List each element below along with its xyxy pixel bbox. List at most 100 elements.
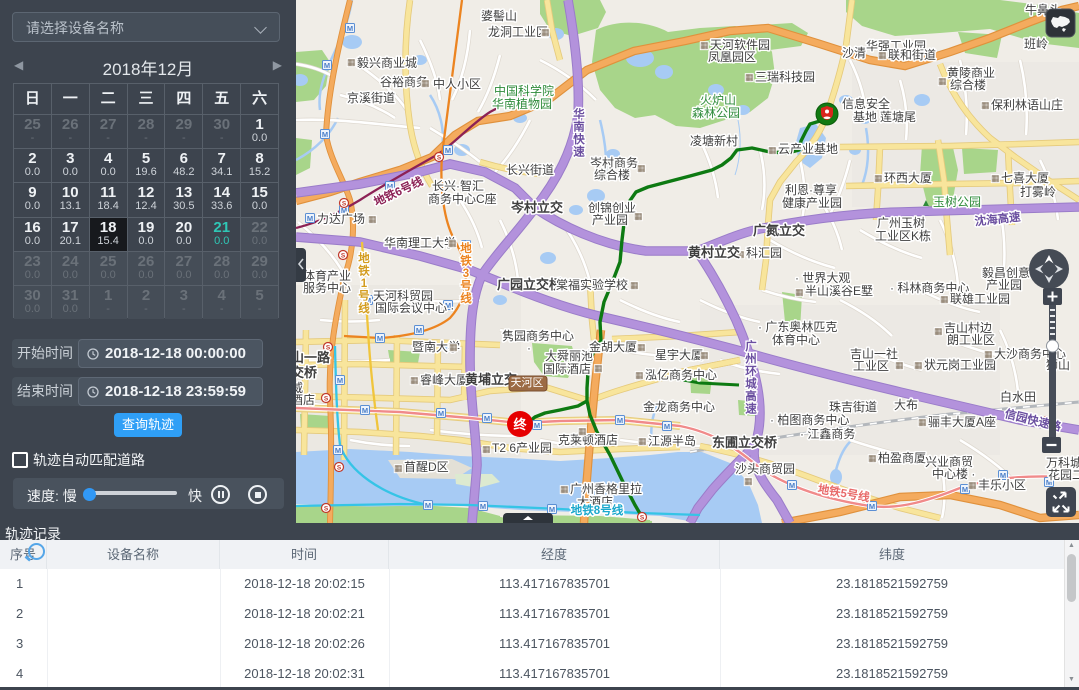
svg-text:▦: ▦ [637,342,646,352]
svg-text:华南植物园: 华南植物园 [492,96,552,111]
svg-text:广州玉树: 广州玉树 [877,215,925,230]
svg-text:▦: ▦ [868,453,877,463]
svg-text:M: M [534,421,540,430]
svg-text:苜醒D区: 苜醒D区 [404,460,449,474]
svg-text:火炉山: 火炉山 [700,93,736,107]
svg-text:工业区: 工业区 [853,359,889,373]
svg-text:南: 南 [573,120,585,134]
svg-text:基地: 基地 [853,110,877,124]
svg-text:▦: ▦ [914,360,923,370]
svg-text:▦: ▦ [560,484,569,494]
svg-text:线: 线 [358,301,370,315]
svg-text:▦: ▦ [700,350,709,360]
svg-text:棠福实验学校: 棠福实验学校 [556,277,628,292]
svg-text:▦: ▦ [874,173,883,183]
svg-text:花园二: 花园二 [1048,467,1079,482]
svg-text:▦: ▦ [984,349,993,359]
svg-text:M: M [480,502,486,511]
svg-text:3: 3 [463,268,469,280]
svg-text:· 广东奥林匹克: · 广东奥林匹克 [758,320,837,334]
svg-text:M: M [335,446,341,455]
svg-text:▦: ▦ [745,72,754,82]
svg-text:岑村立交: 岑村立交 [510,200,563,215]
svg-text:号: 号 [460,280,472,293]
svg-text:▦: ▦ [368,214,377,224]
svg-text:S: S [324,395,329,402]
svg-text:▦: ▦ [700,40,709,50]
svg-text:M: M [789,481,795,490]
svg-text:中心楼 ·: 中心楼 · [932,466,975,481]
svg-text:▦: ▦ [895,360,904,370]
svg-text:金胡大厦: 金胡大厦 [589,339,637,354]
svg-text:广州香格里拉: 广州香格里拉 [570,481,642,496]
svg-text:·: · [527,341,531,355]
svg-text:产业园: 产业园 [986,278,1022,292]
svg-text:▦: ▦ [878,50,887,60]
svg-text:M: M [425,501,431,510]
svg-text:朗工业区: 朗工业区 [947,333,995,347]
svg-text:▦: ▦ [410,375,419,385]
svg-text:利恩·尊享: 利恩·尊享 [785,182,837,197]
svg-text:▦: ▦ [938,76,947,86]
svg-text:M: M [438,409,444,418]
svg-text:铁: 铁 [358,264,370,278]
svg-text:打雾岭: 打雾岭 [1020,185,1056,199]
svg-text:M: M [445,146,451,155]
svg-text:综合楼: 综合楼 [594,167,630,182]
svg-text:▦: ▦ [768,145,777,155]
svg-text:广园立交桥: 广园立交桥 [497,277,563,292]
svg-text:丰乐小区: 丰乐小区 [978,478,1026,492]
svg-text:骊丰大厦A座: 骊丰大厦A座 [928,414,996,429]
svg-text:S: S [640,514,645,521]
svg-text:中人小区: 中人小区 [433,76,481,91]
svg-text:中国科学院: 中国科学院 [494,83,554,98]
svg-text:速: 速 [745,402,757,416]
svg-text:科汇园: 科汇园 [746,246,782,260]
svg-text:星宇大厦: 星宇大厦 [655,348,703,362]
svg-text:▦: ▦ [638,436,647,446]
svg-text:江源半岛: 江源半岛 [648,433,696,448]
svg-text:M: M [322,130,328,139]
svg-text:柏盈商厦: 柏盈商厦 [878,450,926,465]
svg-text:M: M [664,422,670,431]
svg-text:东圃立交桥: 东圃立交桥 [712,435,778,450]
svg-text:天河区: 天河区 [511,376,544,389]
svg-text:商务中心C座: 商务中心C座 [428,191,497,206]
svg-text:· 柏图商务中心: · 柏图商务中心 [770,412,849,427]
svg-text:▦: ▦ [795,287,804,297]
svg-text:▦: ▦ [594,363,603,373]
svg-text:▦: ▦ [421,78,430,88]
svg-text:玉树公园: 玉树公园 [933,194,981,209]
svg-text:S: S [341,252,346,259]
svg-text:泓亿商务中心: 泓亿商务中心 [645,367,717,382]
svg-text:线: 线 [460,291,472,305]
svg-text:高: 高 [745,389,757,403]
svg-text:1: 1 [361,278,368,290]
svg-text:快: 快 [572,132,585,146]
svg-text:▦: ▦ [991,173,1000,183]
svg-text:M: M [869,502,875,511]
svg-text:S: S [437,154,442,161]
svg-text:▲: ▲ [921,198,931,209]
svg-text:状元岗工业园: 状元岗工业园 [924,358,996,372]
svg-text:力达广场: 力达广场 [317,212,365,226]
svg-text:山一路: 山一路 [296,350,331,365]
svg-text:睿峰大厦: 睿峰大厦 [420,372,468,387]
svg-text:隽园商务中心: 隽园商务中心 [502,328,574,343]
svg-text:综合楼: 综合楼 [950,77,986,92]
svg-text:半山溪谷E墅: 半山溪谷E墅 [805,284,873,298]
svg-text:七喜大厦: 七喜大厦 [1001,171,1049,185]
svg-text:服务中心: 服务中心 [303,280,351,295]
svg-text:广氮立交: 广氮立交 [753,223,805,238]
svg-text:华: 华 [573,107,585,121]
svg-text:保利林语山庄: 保利林语山庄 [991,97,1063,112]
svg-text:毅兴商业城: 毅兴商业城 [357,55,417,70]
svg-text:城: 城 [745,377,757,391]
svg-text:联和街道: 联和街道 [888,48,936,62]
svg-text:号: 号 [358,290,370,303]
svg-text:▦: ▦ [347,57,356,67]
svg-text:地铁8号线: 地铁8号线 [571,503,624,517]
svg-text:黄村立交: 黄村立交 [688,245,740,260]
svg-text:长兴街道: 长兴街道 [506,163,554,177]
svg-text:地: 地 [460,241,472,255]
